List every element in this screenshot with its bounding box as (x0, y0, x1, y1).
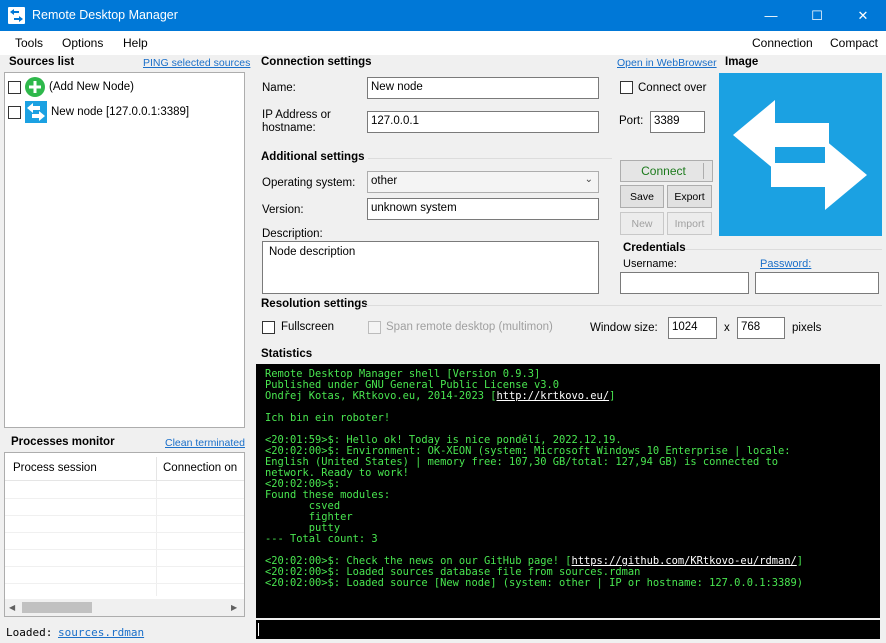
sources-title: Sources list (9, 56, 75, 68)
source-label: New node [127.0.0.1:3389] (51, 106, 190, 118)
chevron-down-icon: ⌄ (584, 174, 593, 185)
close-button[interactable]: ✕ (840, 0, 886, 31)
source-checkbox[interactable] (8, 81, 21, 94)
scroll-right-icon[interactable]: ▶ (231, 603, 237, 612)
scroll-thumb[interactable] (22, 602, 92, 613)
span-checkbox[interactable] (368, 321, 381, 334)
menu-compact[interactable]: Compact (830, 36, 878, 50)
column-connection-on[interactable]: Connection on (163, 462, 237, 474)
minimize-button[interactable]: — (748, 0, 794, 31)
console-line: network. Ready to work! (265, 467, 409, 479)
port-label: Port: (619, 115, 644, 127)
description-textarea[interactable]: Node description (262, 241, 599, 294)
app-icon (8, 7, 25, 24)
os-label: Operating system: (262, 177, 356, 189)
text-cursor (258, 623, 259, 636)
menu-bar: Tools Options Help Connection Compact (0, 31, 886, 55)
username-input[interactable] (620, 272, 749, 294)
menu-options[interactable]: Options (62, 36, 103, 50)
pixels-label: pixels (792, 322, 822, 334)
add-icon (25, 77, 45, 97)
console-line: Ich bin ein roboter! (265, 412, 391, 424)
os-select[interactable]: other ⌄ (367, 171, 599, 193)
window-height-input[interactable]: 768 (737, 317, 785, 339)
maximize-icon: ☐ (811, 7, 823, 23)
horizontal-scrollbar[interactable]: ◀ ▶ (5, 599, 244, 616)
sources-list: (Add New Node) New node [127.0.0.1:3389] (4, 72, 245, 428)
krtkovo-link[interactable]: http://krtkovo.eu/ (496, 390, 609, 402)
menu-help[interactable]: Help (123, 36, 148, 50)
remote-desktop-image[interactable] (719, 73, 882, 236)
window-title: Remote Desktop Manager (32, 8, 178, 22)
console-line: fighter (265, 511, 353, 523)
minimize-icon: — (764, 8, 778, 23)
remote-desktop-icon (25, 101, 47, 123)
name-input[interactable]: New node (367, 77, 599, 99)
connection-settings-title: Connection settings (261, 56, 372, 68)
save-button[interactable]: Save (620, 185, 664, 208)
menu-tools[interactable]: Tools (15, 36, 43, 50)
scroll-left-icon[interactable]: ◀ (9, 603, 15, 612)
close-icon: ✕ (857, 7, 869, 23)
port-input[interactable]: 3389 (650, 111, 705, 133)
password-input[interactable] (755, 272, 879, 294)
list-item[interactable]: New node [127.0.0.1:3389] (7, 101, 237, 123)
connect-button[interactable]: Connect (620, 160, 713, 182)
span-label: Span remote desktop (multimon) (386, 321, 553, 333)
ip-label: IP Address or (262, 109, 331, 121)
console-line: --- Total count: 3 (265, 533, 378, 545)
credentials-title: Credentials (623, 242, 686, 254)
image-title: Image (725, 56, 759, 68)
username-label: Username: (623, 258, 677, 270)
clean-terminated-link[interactable]: Clean terminated (165, 437, 245, 449)
version-input[interactable]: unknown system (367, 198, 599, 220)
statistics-console[interactable]: Remote Desktop Manager shell [Version 0.… (256, 364, 880, 618)
new-button[interactable]: New (620, 212, 664, 235)
console-line: csved (265, 500, 341, 512)
export-button[interactable]: Export (667, 185, 712, 208)
fullscreen-label: Fullscreen (281, 321, 335, 333)
table-header: Process session Connection on (5, 453, 244, 481)
statistics-title: Statistics (261, 348, 313, 360)
console-line: <20:02:00>$: Loaded source [New node] (s… (265, 577, 803, 589)
ping-sources-link[interactable]: PING selected sources (143, 57, 250, 69)
title-bar: Remote Desktop Manager — ☐ ✕ (0, 0, 886, 31)
processes-table: Process session Connection on ◀ ▶ (4, 452, 245, 617)
import-button[interactable]: Import (667, 212, 712, 235)
add-node-label: (Add New Node) (49, 81, 135, 93)
column-process-session[interactable]: Process session (13, 462, 97, 474)
maximize-button[interactable]: ☐ (794, 0, 840, 31)
console-line: Ondřej Kotas, KRtkovo.eu, 2014-2023 [htt… (265, 390, 616, 402)
connect-label: Connect (641, 164, 686, 178)
connect-over-label: Connect over (638, 82, 707, 94)
os-select-value: other (371, 175, 398, 187)
menu-connection[interactable]: Connection (752, 36, 813, 50)
loaded-label: Loaded: (6, 626, 53, 639)
ip-input[interactable]: 127.0.0.1 (367, 111, 599, 133)
open-webbrowser-link[interactable]: Open in WebBrowser (617, 57, 717, 69)
window-width-input[interactable]: 1024 (668, 317, 717, 339)
name-label: Name: (262, 82, 296, 94)
console-line: Found these modules: (265, 489, 391, 501)
password-link[interactable]: Password: (760, 258, 811, 270)
resolution-settings-title: Resolution settings (261, 298, 368, 310)
command-input[interactable] (256, 620, 880, 639)
window-size-label: Window size: (590, 322, 658, 334)
processes-title: Processes monitor (11, 436, 115, 448)
loaded-file-link[interactable]: sources.rdman (58, 626, 144, 639)
list-item[interactable]: (Add New Node) (7, 77, 237, 99)
size-x-label: x (724, 322, 730, 334)
connect-over-checkbox[interactable] (620, 81, 633, 94)
source-checkbox[interactable] (8, 106, 21, 119)
hostname-label: hostname: (262, 122, 316, 134)
additional-settings-title: Additional settings (261, 151, 365, 163)
version-label: Version: (262, 204, 304, 216)
description-label: Description: (262, 228, 323, 240)
fullscreen-checkbox[interactable] (262, 321, 275, 334)
